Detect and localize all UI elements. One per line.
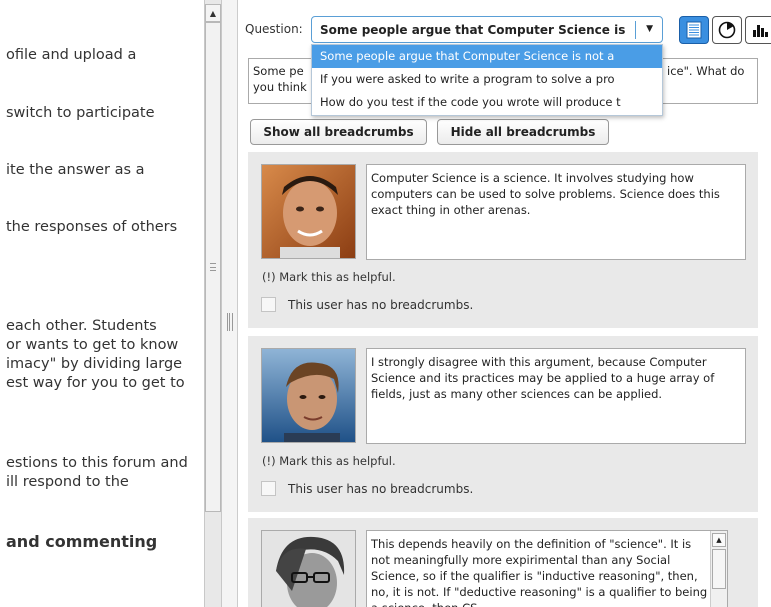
avatar	[261, 530, 356, 607]
question-dropdown-menu[interactable]: Some people argue that Computer Science …	[311, 44, 663, 116]
dropdown-option[interactable]: Some people argue that Computer Science …	[312, 45, 662, 68]
select-separator	[635, 21, 636, 39]
bar-view-button[interactable]	[745, 16, 771, 44]
instruction-line: the responses of others	[6, 219, 178, 235]
chevron-down-icon[interactable]: ▼	[646, 24, 653, 34]
splitter-grip-icon	[227, 313, 233, 331]
instruction-line: ite the answer as a	[6, 162, 145, 178]
scroll-up-arrow-icon[interactable]: ▲	[712, 533, 726, 547]
avatar	[261, 348, 356, 443]
dropdown-option[interactable]: If you were asked to write a program to …	[312, 68, 662, 91]
avatar	[261, 164, 356, 259]
response-text: This depends heavily on the definition o…	[366, 530, 728, 607]
breadcrumbs-row: This user has no breadcrumbs.	[261, 297, 473, 312]
breadcrumbs-checkbox[interactable]	[261, 297, 276, 312]
scrollbar-thumb[interactable]	[205, 22, 221, 512]
forum-panel: Question: Some people argue that Compute…	[238, 0, 771, 607]
pie-view-button[interactable]	[712, 16, 742, 44]
user-photo-icon	[262, 531, 355, 607]
grip-icon	[210, 263, 216, 271]
mark-helpful-link[interactable]: (!) Mark this as helpful.	[262, 270, 396, 284]
list-icon	[686, 21, 702, 39]
show-all-breadcrumbs-button[interactable]: Show all breadcrumbs	[250, 119, 427, 145]
list-view-button[interactable]	[679, 16, 709, 44]
breadcrumbs-status: This user has no breadcrumbs.	[288, 297, 474, 312]
instruction-line: ill respond to the	[6, 474, 129, 490]
scroll-up-arrow-icon[interactable]: ▲	[205, 4, 221, 22]
question-text-fragment: ice". What do	[667, 64, 745, 78]
breadcrumbs-status: This user has no breadcrumbs.	[288, 481, 474, 496]
breadcrumbs-row: This user has no breadcrumbs.	[261, 481, 473, 496]
hide-all-breadcrumbs-button[interactable]: Hide all breadcrumbs	[437, 119, 609, 145]
instruction-line: each other. Students	[6, 318, 157, 334]
left-scrollbar[interactable]: ▲	[204, 0, 222, 607]
user-photo-icon	[262, 165, 355, 258]
response-text: Computer Science is a science. It involv…	[366, 164, 746, 260]
response-card: I strongly disagree with this argument, …	[248, 336, 758, 512]
panel-splitter[interactable]	[222, 0, 238, 607]
question-text-fragment: you think	[253, 80, 307, 94]
section-heading: and commenting	[6, 532, 158, 551]
instruction-line: est way for you to get to	[6, 375, 185, 391]
question-text-fragment: Some pe	[253, 64, 304, 78]
question-select-value: Some people argue that Computer Science …	[320, 23, 626, 37]
breadcrumbs-checkbox[interactable]	[261, 481, 276, 496]
instruction-line: switch to participate	[6, 105, 155, 121]
instruction-line: estions to this forum and	[6, 455, 188, 471]
response-text: I strongly disagree with this argument, …	[366, 348, 746, 444]
question-select[interactable]: Some people argue that Computer Science …	[311, 16, 663, 43]
user-photo-icon	[262, 349, 355, 442]
dropdown-option[interactable]: How do you test if the code you wrote wi…	[312, 91, 662, 114]
response-card: Computer Science is a science. It involv…	[248, 152, 758, 328]
response-card: This depends heavily on the definition o…	[248, 518, 758, 607]
response-scrollbar[interactable]: ▲	[710, 531, 727, 607]
instruction-line: or wants to get to know	[6, 337, 179, 353]
scrollbar-thumb[interactable]	[712, 549, 726, 589]
instructions-panel: ofile and upload a switch to participate…	[0, 0, 205, 607]
bar-chart-icon	[752, 25, 768, 37]
mark-helpful-link[interactable]: (!) Mark this as helpful.	[262, 454, 396, 468]
instruction-line: imacy" by dividing large	[6, 356, 183, 372]
pie-chart-icon	[718, 21, 736, 39]
question-label: Question:	[245, 22, 303, 36]
instruction-line: ofile and upload a	[6, 47, 137, 63]
